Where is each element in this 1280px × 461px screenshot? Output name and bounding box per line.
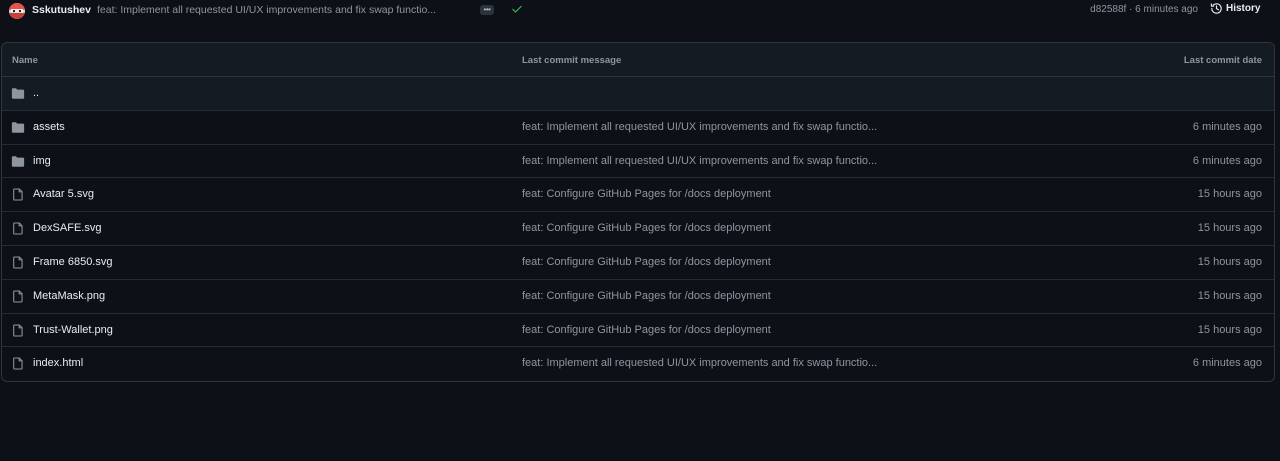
commit-date: 15 hours ago [1197,222,1262,235]
file-icon [13,290,23,303]
commit-message-link[interactable]: feat: Implement all requested UI/UX impr… [522,155,877,167]
table-row[interactable]: img feat: Implement all requested UI/UX … [2,145,1274,179]
commit-message-link[interactable]: feat: Implement all requested UI/UX impr… [97,4,436,16]
column-header-name: Name [12,55,38,66]
table-row[interactable]: assets feat: Implement all requested UI/… [2,111,1274,145]
file-name-link[interactable]: img [33,155,51,167]
commit-message-link[interactable]: feat: Configure GitHub Pages for /docs d… [522,222,771,234]
folder-icon [11,155,25,167]
commit-date: 6 minutes ago [1192,120,1262,133]
table-row[interactable]: Avatar 5.svg feat: Configure GitHub Page… [2,178,1274,213]
commit-author-link[interactable]: Sskutushev [32,4,91,16]
parent-directory-row[interactable]: .. [2,77,1274,111]
table-header: Name Last commit message Last commit dat… [2,43,1274,77]
history-label: History [1226,3,1261,14]
folder-icon [11,122,25,133]
history-button[interactable]: History [1210,2,1260,15]
column-header-message: Last commit message [522,55,622,66]
commit-message-link[interactable]: feat: Configure GitHub Pages for /docs d… [522,324,771,336]
commit-date: 15 hours ago [1197,323,1262,336]
file-icon [13,188,23,201]
file-icon [13,324,23,337]
folder-icon [11,88,25,99]
table-row[interactable]: Trust-Wallet.png feat: Configure GitHub … [2,314,1274,348]
table-row[interactable]: MetaMask.png feat: Configure GitHub Page… [2,280,1274,314]
check-icon[interactable] [511,3,523,15]
commit-message-link[interactable]: feat: Configure GitHub Pages for /docs d… [522,256,771,268]
commit-message-link[interactable]: feat: Implement all requested UI/UX impr… [522,357,877,369]
file-name-link[interactable]: MetaMask.png [33,290,105,302]
file-name-link[interactable]: DexSAFE.svg [33,222,101,234]
column-header-date: Last commit date [1183,55,1262,66]
file-icon [13,222,23,235]
commit-date: 6 minutes ago [1192,357,1262,370]
parent-directory-link[interactable]: .. [33,87,39,99]
commit-date: 15 hours ago [1197,255,1262,268]
file-name-link[interactable]: assets [33,121,65,133]
commit-sha-time[interactable]: d82588f · 6 minutes ago [1090,4,1198,15]
commit-date: 15 hours ago [1197,289,1262,302]
author-avatar[interactable] [9,3,25,19]
commit-message-link[interactable]: feat: Configure GitHub Pages for /docs d… [522,188,771,200]
file-name-link[interactable]: Trust-Wallet.png [33,324,113,336]
commit-message-link[interactable]: feat: Implement all requested UI/UX impr… [522,121,877,133]
expand-commit-button[interactable]: ••• [480,5,494,15]
file-table: Name Last commit message Last commit dat… [1,42,1275,383]
file-icon [13,357,23,370]
commit-date: 15 hours ago [1197,188,1262,201]
table-row[interactable]: Frame 6850.svg feat: Configure GitHub Pa… [2,246,1274,280]
table-row[interactable]: DexSAFE.svg feat: Configure GitHub Pages… [2,212,1274,246]
commit-date: 6 minutes ago [1192,154,1262,167]
file-name-link[interactable]: index.html [33,357,83,369]
latest-commit-bar: Sskutushev feat: Implement all requested… [0,0,1280,22]
commit-message-link[interactable]: feat: Configure GitHub Pages for /docs d… [522,290,771,302]
history-icon [1210,3,1222,14]
table-row[interactable]: index.html feat: Implement all requested… [2,347,1274,381]
file-name-link[interactable]: Avatar 5.svg [33,188,94,200]
file-icon [13,256,23,269]
file-name-link[interactable]: Frame 6850.svg [33,256,112,268]
